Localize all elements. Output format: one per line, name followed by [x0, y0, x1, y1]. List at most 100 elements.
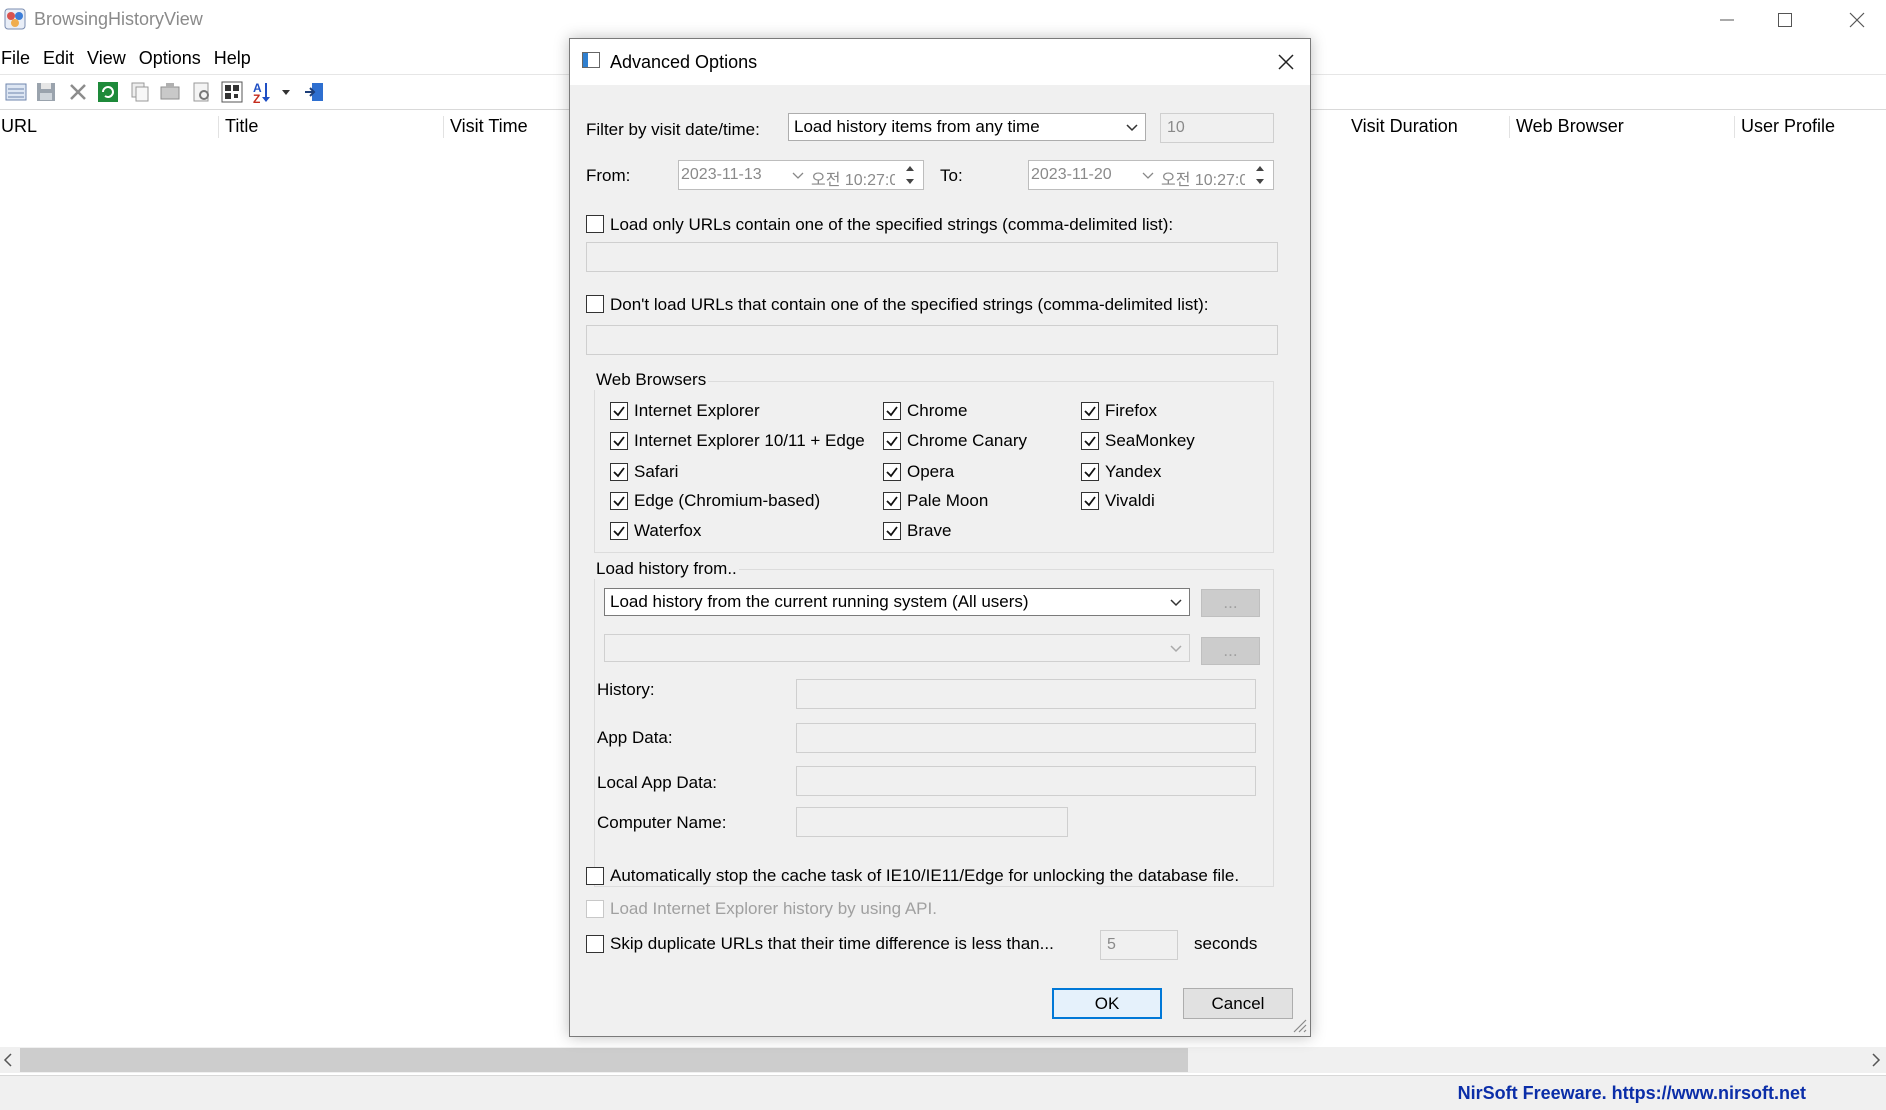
browser-label[interactable]: Yandex: [1105, 462, 1161, 482]
to-date[interactable]: 2023-11-20: [1031, 166, 1112, 184]
to-time[interactable]: 오전 10:27:0: [1161, 166, 1245, 190]
include-urls-field[interactable]: [586, 242, 1278, 272]
options-icon[interactable]: [4, 80, 28, 104]
scroll-left-icon[interactable]: [2, 1052, 14, 1073]
column-web-browser[interactable]: Web Browser: [1515, 110, 1624, 142]
menu-edit[interactable]: Edit: [42, 44, 82, 72]
checkmark-icon: [886, 467, 898, 478]
spin-arrows-icon[interactable]: [901, 161, 919, 194]
column-user-profile[interactable]: User Profile: [1740, 110, 1835, 142]
find-icon[interactable]: [190, 80, 214, 104]
scroll-right-icon[interactable]: [1870, 1052, 1882, 1073]
browser-checkbox[interactable]: [883, 463, 901, 481]
browser-checkbox[interactable]: [610, 522, 628, 540]
ok-button[interactable]: OK: [1052, 988, 1162, 1019]
menu-file[interactable]: File: [0, 44, 38, 72]
nirsoft-link[interactable]: NirSoft Freeware. https://www.nirsoft.ne…: [1458, 1083, 1806, 1104]
browser-label[interactable]: SeaMonkey: [1105, 431, 1195, 451]
filter-dropdown[interactable]: Load history items from any time: [788, 113, 1146, 141]
menu-options[interactable]: Options: [138, 44, 209, 72]
sort-icon[interactable]: AZ: [252, 80, 292, 106]
load-source-dropdown[interactable]: Load history from the current running sy…: [604, 588, 1190, 616]
browse-folder-button[interactable]: ...: [1201, 589, 1260, 617]
column-visit-time[interactable]: Visit Time: [449, 110, 528, 142]
browser-label[interactable]: Opera: [907, 462, 954, 482]
app-data-field[interactable]: [796, 723, 1256, 753]
browse-profile-button[interactable]: ...: [1201, 637, 1260, 665]
browser-checkbox[interactable]: [1081, 432, 1099, 450]
html-report-icon[interactable]: [220, 80, 244, 104]
skip-duplicates-label[interactable]: Skip duplicate URLs that their time diff…: [610, 934, 1054, 954]
from-time[interactable]: 오전 10:27:0: [811, 166, 895, 190]
browser-label[interactable]: Pale Moon: [907, 491, 988, 511]
menu-view[interactable]: View: [86, 44, 134, 72]
from-date[interactable]: 2023-11-13: [681, 166, 762, 184]
browser-checkbox[interactable]: [610, 402, 628, 420]
auto-stop-cache-checkbox[interactable]: [586, 867, 604, 885]
menu-help[interactable]: Help: [213, 44, 259, 72]
ie-api-checkbox[interactable]: [586, 900, 604, 918]
delete-icon[interactable]: [66, 80, 90, 104]
exclude-urls-checkbox[interactable]: [586, 295, 604, 313]
browser-checkbox[interactable]: [883, 402, 901, 420]
exit-icon[interactable]: [302, 80, 326, 104]
column-divider[interactable]: [1734, 116, 1735, 138]
exclude-urls-label[interactable]: Don't load URLs that contain one of the …: [610, 295, 1209, 315]
save-icon[interactable]: [34, 80, 58, 104]
spin-arrows-icon[interactable]: [1251, 161, 1269, 194]
to-datetime-picker[interactable]: 2023-11-20 오전 10:27:0: [1028, 160, 1274, 190]
browser-label[interactable]: Vivaldi: [1105, 491, 1155, 511]
column-divider[interactable]: [218, 116, 219, 138]
browser-label[interactable]: Internet Explorer 10/11 + Edge: [634, 431, 865, 451]
column-divider[interactable]: [443, 116, 444, 138]
cancel-button[interactable]: Cancel: [1183, 988, 1293, 1019]
chevron-down-icon[interactable]: [1141, 163, 1155, 192]
filter-value-field[interactable]: 10: [1160, 113, 1274, 143]
skip-seconds-field[interactable]: 5: [1100, 930, 1178, 960]
auto-stop-cache-label[interactable]: Automatically stop the cache task of IE1…: [610, 866, 1239, 886]
properties-icon[interactable]: [158, 80, 182, 104]
close-window-button[interactable]: [1822, 0, 1886, 40]
browser-checkbox[interactable]: [1081, 492, 1099, 510]
browser-checkbox[interactable]: [610, 432, 628, 450]
computer-name-field[interactable]: [796, 807, 1068, 837]
scrollbar-thumb[interactable]: [20, 1048, 1188, 1072]
web-browsers-title: Web Browsers: [594, 370, 709, 390]
local-app-data-field[interactable]: [796, 766, 1256, 796]
browser-checkbox[interactable]: [883, 492, 901, 510]
dialog-close-button[interactable]: [1266, 43, 1306, 81]
exclude-urls-field[interactable]: [586, 325, 1278, 355]
browser-label[interactable]: Firefox: [1105, 401, 1157, 421]
refresh-icon[interactable]: [96, 80, 120, 104]
browser-label[interactable]: Safari: [634, 462, 678, 482]
column-title[interactable]: Title: [224, 110, 258, 142]
checkmark-icon: [886, 496, 898, 507]
include-urls-label[interactable]: Load only URLs contain one of the specif…: [610, 215, 1173, 235]
column-visit-duration[interactable]: Visit Duration: [1350, 110, 1458, 142]
copy-icon[interactable]: [128, 80, 152, 104]
local-app-data-label: Local App Data:: [597, 773, 718, 792]
history-path-field[interactable]: [796, 679, 1256, 709]
browser-label[interactable]: Brave: [907, 521, 951, 541]
browser-checkbox[interactable]: [883, 522, 901, 540]
browser-checkbox[interactable]: [883, 432, 901, 450]
filter-selected: Load history items from any time: [794, 117, 1040, 136]
from-datetime-picker[interactable]: 2023-11-13 오전 10:27:0: [678, 160, 924, 190]
browser-checkbox[interactable]: [1081, 463, 1099, 481]
browser-checkbox[interactable]: [1081, 402, 1099, 420]
maximize-button[interactable]: [1750, 0, 1820, 40]
browser-label[interactable]: Waterfox: [634, 521, 701, 541]
browser-label[interactable]: Chrome Canary: [907, 431, 1027, 451]
profile-dropdown[interactable]: [604, 634, 1190, 662]
resize-grip-icon[interactable]: [1290, 1016, 1308, 1039]
browser-label[interactable]: Edge (Chromium-based): [634, 491, 820, 511]
browser-label[interactable]: Chrome: [907, 401, 967, 421]
chevron-down-icon[interactable]: [791, 163, 805, 192]
browser-checkbox[interactable]: [610, 492, 628, 510]
column-divider[interactable]: [1509, 116, 1510, 138]
skip-duplicates-checkbox[interactable]: [586, 935, 604, 953]
browser-label[interactable]: Internet Explorer: [634, 401, 760, 421]
browser-checkbox[interactable]: [610, 463, 628, 481]
include-urls-checkbox[interactable]: [586, 215, 604, 233]
column-url[interactable]: URL: [0, 110, 37, 142]
